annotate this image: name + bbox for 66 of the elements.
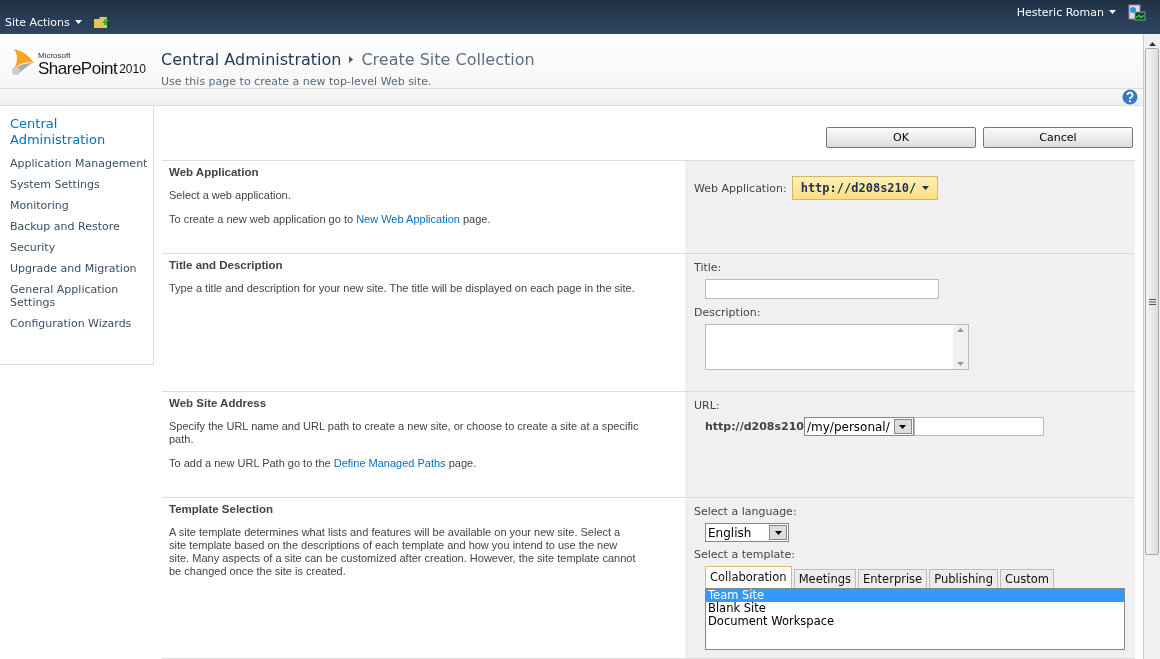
- section-description: Specify the URL name and URL path to create a new site, or choose to create a site at a specific path.: [169, 420, 639, 446]
- page-description: Use this page to create a new top-level Web site.: [161, 75, 433, 88]
- caret-icon: [922, 186, 930, 190]
- scrollbar[interactable]: [1143, 34, 1160, 659]
- sidebar-item[interactable]: Application Management: [0, 154, 153, 175]
- scroll-up-icon[interactable]: [1148, 42, 1156, 46]
- url-field[interactable]: [913, 417, 1044, 436]
- caret-icon: [899, 424, 907, 429]
- template-tab[interactable]: Collaboration: [705, 566, 792, 588]
- logo-icon: [10, 47, 36, 77]
- section-description: Select a web application.: [169, 189, 292, 202]
- sidebar-item[interactable]: Monitoring: [0, 196, 153, 217]
- section-description: To create a new web application go to New Web Application page.: [169, 213, 492, 226]
- monitor-icon[interactable]: [1128, 4, 1146, 22]
- folder-icon[interactable]: [93, 15, 110, 29]
- form-button[interactable]: Cancel: [983, 127, 1133, 148]
- help-icon[interactable]: [1122, 89, 1138, 105]
- section-description: To add a new URL Path go to the Define Managed Paths page.: [169, 457, 478, 470]
- link[interactable]: New Web Application: [356, 213, 460, 225]
- section-title: Template Selection: [169, 503, 274, 515]
- breadcrumb-arrow-icon: [349, 56, 354, 63]
- caret-icon: [1109, 10, 1116, 14]
- template-list[interactable]: Team Site Blank Site Document Workspace: [705, 588, 1125, 650]
- section-title: Web Application: [169, 166, 260, 178]
- sidebar-item[interactable]: Upgrade and Migration: [0, 259, 153, 280]
- field-label: Select a template:: [694, 548, 797, 561]
- sidebar-item[interactable]: Security: [0, 238, 153, 259]
- sidebar-item[interactable]: Configuration Wizards: [0, 314, 153, 335]
- link[interactable]: Define Managed Paths: [333, 457, 446, 469]
- sidebar-item[interactable]: System Settings: [0, 175, 153, 196]
- site-actions-menu[interactable]: Site Actions: [5, 5, 82, 29]
- language-dropdown[interactable]: English: [705, 523, 790, 542]
- sidebar-heading[interactable]: Central Administration: [0, 116, 153, 148]
- caret-icon: [74, 20, 82, 24]
- template-tab[interactable]: Custom: [999, 569, 1055, 588]
- sidebar-item[interactable]: General Application Settings: [0, 280, 153, 314]
- url-prefix: http://d208s210: [705, 420, 804, 433]
- grip-icon: [1148, 298, 1156, 305]
- caret-icon: [774, 530, 782, 535]
- field-label: Title:: [694, 261, 723, 274]
- description-field[interactable]: [705, 324, 969, 370]
- web-application-dropdown[interactable]: http://d208s210/: [791, 176, 939, 200]
- title-field[interactable]: [705, 279, 939, 299]
- template-tab[interactable]: Meetings: [793, 569, 856, 588]
- scroll-down-icon[interactable]: [957, 362, 964, 366]
- logo-vendor: Microsoft: [38, 52, 72, 60]
- logo-product: SharePoint: [38, 60, 118, 77]
- section-description: Type a title and description for your new site. The title will be displayed on each page in the site.: [169, 282, 636, 295]
- field-label: Select a language:: [694, 505, 798, 518]
- user-menu[interactable]: Hesteric Roman: [1016, 5, 1116, 19]
- section-title: Title and Description: [169, 259, 284, 271]
- section-description: A site template determines what lists and features will be available on your new site. Select a site template based on the descriptions of each template and how you intend to use the new site. Many aspects of a site can be customized after creation. However, the site template cannot be changed once the site is created.: [169, 526, 637, 578]
- logo-version: 2010: [119, 62, 146, 76]
- field-label: Web Application:: [694, 181, 787, 195]
- breadcrumb-item: Create Site Collection: [361, 50, 535, 69]
- url-path-dropdown[interactable]: /my/personal/: [804, 417, 914, 436]
- field-label: URL:: [694, 399, 721, 412]
- section-title: Web Site Address: [169, 397, 268, 409]
- template-item[interactable]: Document Workspace: [706, 615, 1124, 628]
- template-tab[interactable]: Publishing: [929, 569, 998, 588]
- template-tab[interactable]: Enterprise: [858, 569, 928, 588]
- field-label: Description:: [694, 306, 762, 319]
- template-item[interactable]: Blank Site: [706, 602, 1124, 615]
- form-button[interactable]: OK: [826, 127, 976, 148]
- sidebar-item[interactable]: Backup and Restore: [0, 217, 153, 238]
- breadcrumb-item[interactable]: Central Administration: [161, 50, 342, 69]
